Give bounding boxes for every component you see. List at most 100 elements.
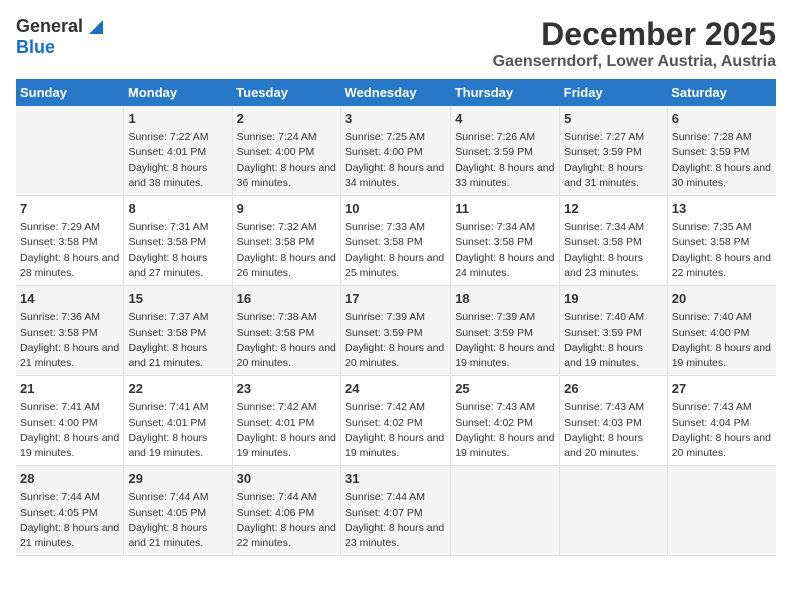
day-number: 10 [345,200,446,218]
cell-info: Sunrise: 7:25 AMSunset: 4:00 PMDaylight:… [345,130,446,191]
calendar-cell: 7Sunrise: 7:29 AMSunset: 3:58 PMDaylight… [16,196,124,286]
logo-icon [85,16,103,34]
day-number: 17 [345,290,446,308]
cell-info: Sunrise: 7:43 AMSunset: 4:04 PMDaylight:… [672,400,772,461]
calendar-cell: 1 Sunrise: 7:22 AMSunset: 4:01 PMDaylight… [124,106,232,196]
calendar-cell: 28 Sunrise: 7:44 AMSunset: 4:05 PMDayligh… [16,466,124,556]
day-number: 29 [128,470,227,488]
calendar-cell [451,466,560,556]
calendar-cell: 30Sunrise: 7:44 AMSunset: 4:06 PMDayligh… [232,466,340,556]
cell-info: Sunrise: 7:41 AMSunset: 4:01 PMDaylight:… [128,400,227,461]
day-number: 3 [345,110,446,128]
logo-general-text: General [16,16,83,37]
cell-info: Sunrise: 7:44 AMSunset: 4:05 PMDaylight:… [128,490,227,551]
calendar-cell: 9 Sunrise: 7:32 AMSunset: 3:58 PMDaylight… [232,196,340,286]
cell-info: Sunrise: 7:44 AMSunset: 4:06 PMDaylight:… [237,490,336,551]
cell-info: Sunrise: 7:44 AMSunset: 4:05 PMDaylight:… [20,490,119,551]
calendar-cell: 13 Sunrise: 7:35 AMSunset: 3:58 PMDayligh… [667,196,776,286]
calendar-cell: 21 Sunrise: 7:41 AMSunset: 4:00 PMDayligh… [16,376,124,466]
day-number: 19 [564,290,663,308]
weekday-header: Sunday [16,79,124,106]
calendar-week-row: 7Sunrise: 7:29 AMSunset: 3:58 PMDaylight… [16,196,776,286]
day-number: 26 [564,380,663,398]
day-number: 25 [455,380,555,398]
cell-info: Sunrise: 7:40 AMSunset: 4:00 PMDaylight:… [672,310,772,371]
calendar-cell: 22 Sunrise: 7:41 AMSunset: 4:01 PMDayligh… [124,376,232,466]
cell-info: Sunrise: 7:28 AMSunset: 3:59 PMDaylight:… [672,130,772,191]
weekday-header: Friday [560,79,668,106]
day-number: 31 [345,470,446,488]
day-number: 9 [237,200,336,218]
calendar-cell: 31Sunrise: 7:44 AMSunset: 4:07 PMDayligh… [341,466,451,556]
calendar-week-row: 21 Sunrise: 7:41 AMSunset: 4:00 PMDayligh… [16,376,776,466]
calendar-cell: 18 Sunrise: 7:39 AMSunset: 3:59 PMDayligh… [451,286,560,376]
weekday-header: Thursday [451,79,560,106]
day-number: 4 [455,110,555,128]
weekday-header: Monday [124,79,232,106]
calendar-cell: 26 Sunrise: 7:43 AMSunset: 4:03 PMDayligh… [560,376,668,466]
day-number: 2 [237,110,336,128]
cell-info: Sunrise: 7:41 AMSunset: 4:00 PMDaylight:… [20,400,119,461]
cell-info: Sunrise: 7:32 AMSunset: 3:58 PMDaylight:… [237,220,336,281]
day-number: 15 [128,290,227,308]
cell-info: Sunrise: 7:36 AMSunset: 3:58 PMDaylight:… [20,310,119,371]
calendar-cell: 11 Sunrise: 7:34 AMSunset: 3:58 PMDayligh… [451,196,560,286]
calendar-cell: 12 Sunrise: 7:34 AMSunset: 3:58 PMDayligh… [560,196,668,286]
calendar-cell: 23 Sunrise: 7:42 AMSunset: 4:01 PMDayligh… [232,376,340,466]
calendar-cell: 4 Sunrise: 7:26 AMSunset: 3:59 PMDaylight… [451,106,560,196]
cell-info: Sunrise: 7:39 AMSunset: 3:59 PMDaylight:… [345,310,446,371]
day-number: 8 [128,200,227,218]
calendar-cell: 29 Sunrise: 7:44 AMSunset: 4:05 PMDayligh… [124,466,232,556]
calendar-cell: 17 Sunrise: 7:39 AMSunset: 3:59 PMDayligh… [341,286,451,376]
day-number: 27 [672,380,772,398]
cell-info: Sunrise: 7:33 AMSunset: 3:58 PMDaylight:… [345,220,446,281]
calendar-week-row: 1 Sunrise: 7:22 AMSunset: 4:01 PMDaylight… [16,106,776,196]
day-number: 11 [455,200,555,218]
weekday-header: Tuesday [232,79,340,106]
cell-info: Sunrise: 7:43 AMSunset: 4:02 PMDaylight:… [455,400,555,461]
calendar-cell: 27 Sunrise: 7:43 AMSunset: 4:04 PMDayligh… [667,376,776,466]
page-header: General Blue December 2025 Gaenserndorf,… [16,16,776,71]
cell-info: Sunrise: 7:26 AMSunset: 3:59 PMDaylight:… [455,130,555,191]
day-number: 6 [672,110,772,128]
title-block: December 2025 Gaenserndorf, Lower Austri… [493,16,776,71]
calendar-cell [16,106,124,196]
day-number: 21 [20,380,119,398]
calendar-cell: 6 Sunrise: 7:28 AMSunset: 3:59 PMDaylight… [667,106,776,196]
cell-info: Sunrise: 7:24 AMSunset: 4:00 PMDaylight:… [237,130,336,191]
calendar-cell: 20 Sunrise: 7:40 AMSunset: 4:00 PMDayligh… [667,286,776,376]
calendar-week-row: 14 Sunrise: 7:36 AMSunset: 3:58 PMDayligh… [16,286,776,376]
calendar-table: SundayMondayTuesdayWednesdayThursdayFrid… [16,79,776,556]
day-number: 13 [672,200,772,218]
month-title: December 2025 [493,16,776,53]
calendar-cell: 15 Sunrise: 7:37 AMSunset: 3:58 PMDayligh… [124,286,232,376]
day-number: 24 [345,380,446,398]
location-text: Gaenserndorf, Lower Austria, Austria [493,53,776,71]
day-number: 7 [20,200,119,218]
calendar-cell [667,466,776,556]
day-number: 20 [672,290,772,308]
cell-info: Sunrise: 7:22 AMSunset: 4:01 PMDaylight:… [128,130,227,191]
calendar-cell: 8 Sunrise: 7:31 AMSunset: 3:58 PMDaylight… [124,196,232,286]
calendar-cell: 5Sunrise: 7:27 AMSunset: 3:59 PMDaylight… [560,106,668,196]
cell-info: Sunrise: 7:34 AMSunset: 3:58 PMDaylight:… [564,220,663,281]
day-number: 18 [455,290,555,308]
cell-info: Sunrise: 7:31 AMSunset: 3:58 PMDaylight:… [128,220,227,281]
day-number: 23 [237,380,336,398]
day-number: 16 [237,290,336,308]
cell-info: Sunrise: 7:43 AMSunset: 4:03 PMDaylight:… [564,400,663,461]
cell-info: Sunrise: 7:39 AMSunset: 3:59 PMDaylight:… [455,310,555,371]
day-number: 28 [20,470,119,488]
calendar-week-row: 28 Sunrise: 7:44 AMSunset: 4:05 PMDayligh… [16,466,776,556]
calendar-header-row: SundayMondayTuesdayWednesdayThursdayFrid… [16,79,776,106]
logo: General Blue [16,16,103,58]
cell-info: Sunrise: 7:38 AMSunset: 3:58 PMDaylight:… [237,310,336,371]
cell-info: Sunrise: 7:42 AMSunset: 4:01 PMDaylight:… [237,400,336,461]
day-number: 1 [128,110,227,128]
day-number: 14 [20,290,119,308]
cell-info: Sunrise: 7:34 AMSunset: 3:58 PMDaylight:… [455,220,555,281]
cell-info: Sunrise: 7:37 AMSunset: 3:58 PMDaylight:… [128,310,227,371]
day-number: 12 [564,200,663,218]
day-number: 22 [128,380,227,398]
cell-info: Sunrise: 7:35 AMSunset: 3:58 PMDaylight:… [672,220,772,281]
